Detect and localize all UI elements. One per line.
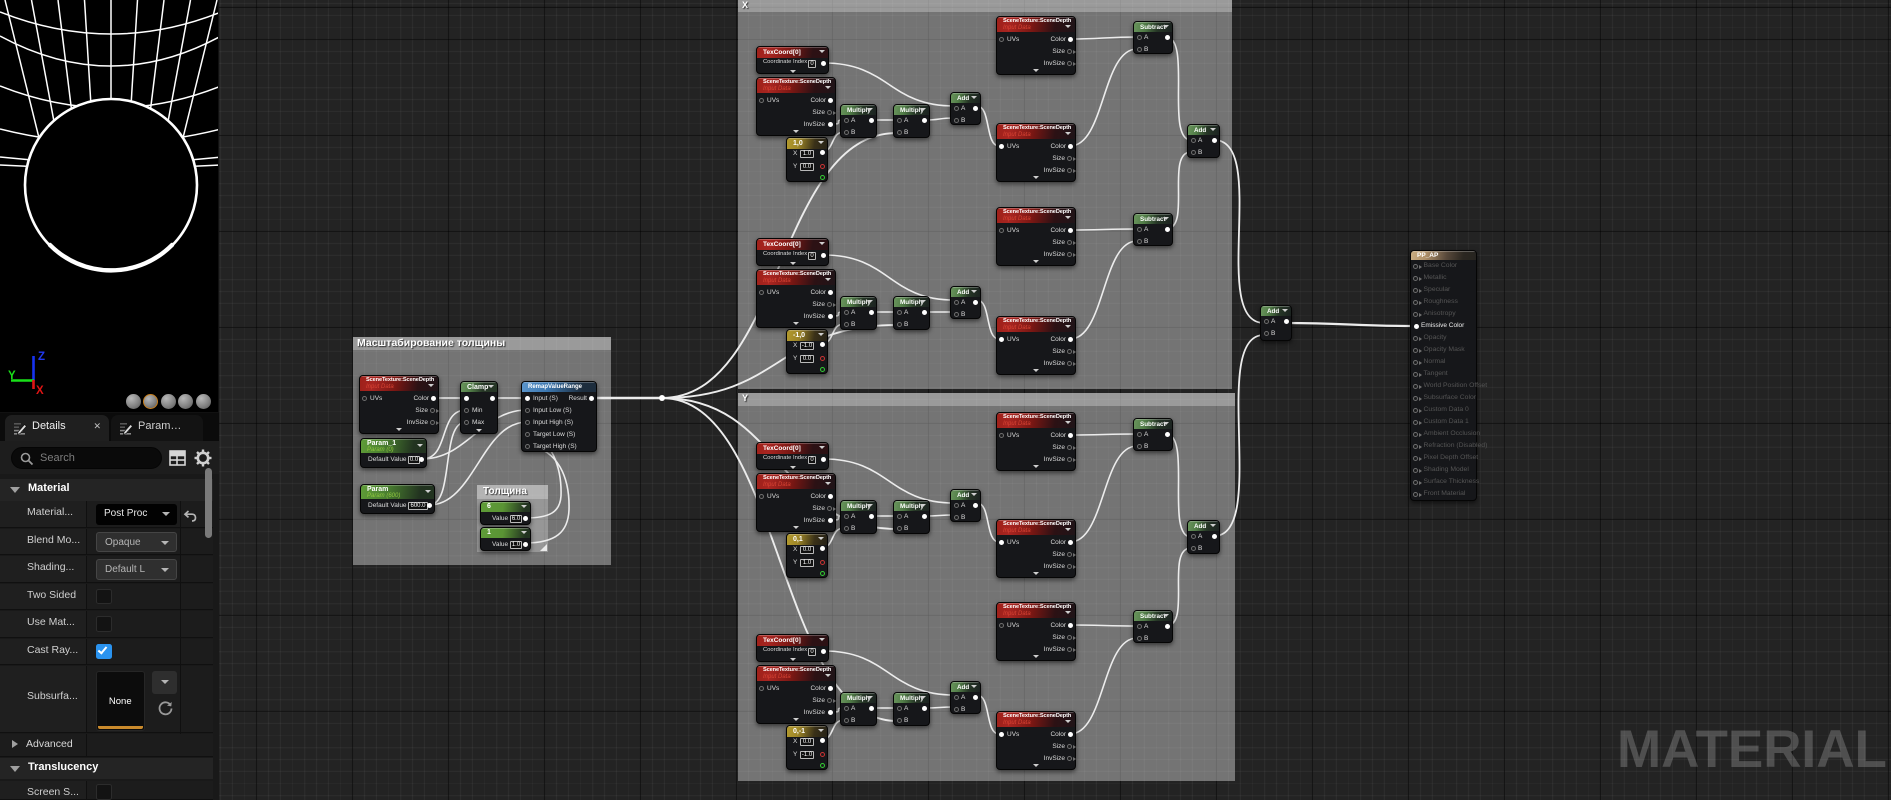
svg-text:Z: Z bbox=[38, 351, 45, 363]
svg-text:Y: Y bbox=[8, 370, 16, 382]
